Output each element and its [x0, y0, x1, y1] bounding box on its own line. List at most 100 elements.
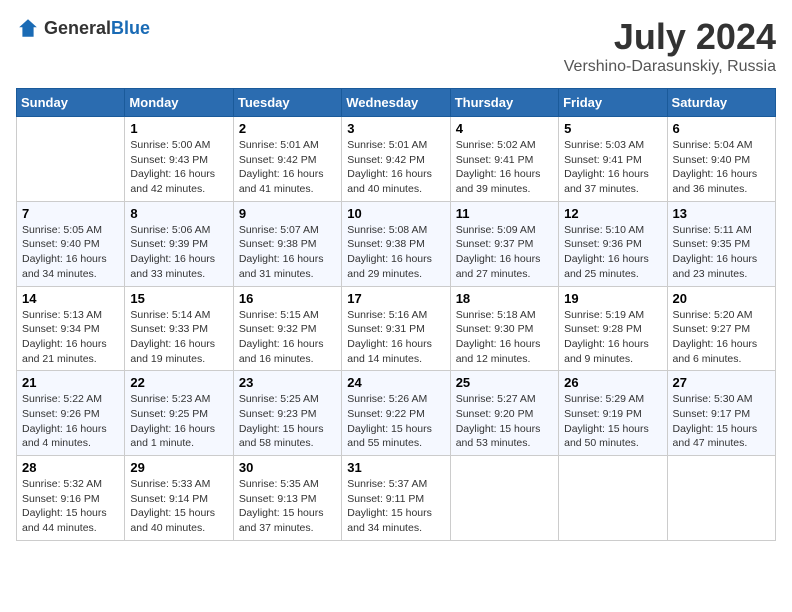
title-block: July 2024 Vershino-Darasunskiy, Russia	[564, 16, 776, 76]
day-info: Sunrise: 5:10 AM Sunset: 9:36 PM Dayligh…	[564, 223, 661, 282]
calendar-cell	[450, 456, 558, 541]
day-number: 30	[239, 460, 336, 475]
calendar-cell: 5 Sunrise: 5:03 AM Sunset: 9:41 PM Daylig…	[559, 117, 667, 202]
calendar-cell: 17Sunrise: 5:16 AM Sunset: 9:31 PM Dayli…	[342, 286, 450, 371]
calendar-cell: 16 Sunrise: 5:15 AM Sunset: 9:32 PM Dayli…	[233, 286, 341, 371]
day-info: Sunrise: 5:03 AM Sunset: 9:41 PM Dayligh…	[564, 138, 661, 197]
calendar-cell: 9 Sunrise: 5:07 AM Sunset: 9:38 PM Daylig…	[233, 201, 341, 286]
day-number: 29	[130, 460, 227, 475]
day-info: Sunrise: 5:29 AM Sunset: 9:19 PM Dayligh…	[564, 392, 661, 451]
day-info: Sunrise: 5:06 AM Sunset: 9:39 PM Dayligh…	[130, 223, 227, 282]
day-number: 3	[347, 121, 444, 136]
calendar-cell: 28Sunrise: 5:32 AM Sunset: 9:16 PM Dayli…	[17, 456, 125, 541]
calendar-cell: 19 Sunrise: 5:19 AM Sunset: 9:28 PM Dayli…	[559, 286, 667, 371]
day-number: 13	[673, 206, 770, 221]
day-info: Sunrise: 5:14 AM Sunset: 9:33 PM Dayligh…	[130, 308, 227, 367]
day-number: 8	[130, 206, 227, 221]
day-number: 22	[130, 375, 227, 390]
day-info: Sunrise: 5:32 AM Sunset: 9:16 PM Dayligh…	[22, 477, 119, 536]
day-info: Sunrise: 5:08 AM Sunset: 9:38 PM Dayligh…	[347, 223, 444, 282]
day-info: Sunrise: 5:20 AM Sunset: 9:27 PM Dayligh…	[673, 308, 770, 367]
calendar-cell: 21 Sunrise: 5:22 AM Sunset: 9:26 PM Dayli…	[17, 371, 125, 456]
calendar-cell: 23 Sunrise: 5:25 AM Sunset: 9:23 PM Dayli…	[233, 371, 341, 456]
weekday-header: Thursday	[450, 89, 558, 117]
day-info: Sunrise: 5:25 AM Sunset: 9:23 PM Dayligh…	[239, 392, 336, 451]
day-info: Sunrise: 5:18 AM Sunset: 9:30 PM Dayligh…	[456, 308, 553, 367]
calendar-cell: 20 Sunrise: 5:20 AM Sunset: 9:27 PM Dayli…	[667, 286, 775, 371]
calendar-week-row: 1 Sunrise: 5:00 AM Sunset: 9:43 PM Daylig…	[17, 117, 776, 202]
day-number: 14	[22, 291, 119, 306]
day-info: Sunrise: 5:09 AM Sunset: 9:37 PM Dayligh…	[456, 223, 553, 282]
day-info: Sunrise: 5:19 AM Sunset: 9:28 PM Dayligh…	[564, 308, 661, 367]
day-info: Sunrise: 5:11 AM Sunset: 9:35 PM Dayligh…	[673, 223, 770, 282]
day-number: 19	[564, 291, 661, 306]
day-number: 15	[130, 291, 227, 306]
day-number: 9	[239, 206, 336, 221]
day-number: 21	[22, 375, 119, 390]
calendar-week-row: 21 Sunrise: 5:22 AM Sunset: 9:26 PM Dayli…	[17, 371, 776, 456]
day-number: 10	[347, 206, 444, 221]
calendar-cell: 2Sunrise: 5:01 AM Sunset: 9:42 PM Daylig…	[233, 117, 341, 202]
calendar-cell: 8 Sunrise: 5:06 AM Sunset: 9:39 PM Daylig…	[125, 201, 233, 286]
month-year: July 2024	[564, 16, 776, 58]
day-info: Sunrise: 5:26 AM Sunset: 9:22 PM Dayligh…	[347, 392, 444, 451]
day-info: Sunrise: 5:15 AM Sunset: 9:32 PM Dayligh…	[239, 308, 336, 367]
day-number: 12	[564, 206, 661, 221]
calendar-cell: 25 Sunrise: 5:27 AM Sunset: 9:20 PM Dayli…	[450, 371, 558, 456]
weekday-header: Tuesday	[233, 89, 341, 117]
calendar-cell: 6Sunrise: 5:04 AM Sunset: 9:40 PM Daylig…	[667, 117, 775, 202]
logo-general: General	[44, 18, 111, 38]
calendar-cell: 10 Sunrise: 5:08 AM Sunset: 9:38 PM Dayli…	[342, 201, 450, 286]
calendar-cell: 7Sunrise: 5:05 AM Sunset: 9:40 PM Daylig…	[17, 201, 125, 286]
day-number: 6	[673, 121, 770, 136]
weekday-header: Monday	[125, 89, 233, 117]
calendar-cell: 4 Sunrise: 5:02 AM Sunset: 9:41 PM Daylig…	[450, 117, 558, 202]
calendar-week-row: 7Sunrise: 5:05 AM Sunset: 9:40 PM Daylig…	[17, 201, 776, 286]
weekday-header: Friday	[559, 89, 667, 117]
day-info: Sunrise: 5:00 AM Sunset: 9:43 PM Dayligh…	[130, 138, 227, 197]
calendar-cell: 29 Sunrise: 5:33 AM Sunset: 9:14 PM Dayli…	[125, 456, 233, 541]
calendar-table: SundayMondayTuesdayWednesdayThursdayFrid…	[16, 88, 776, 541]
day-number: 5	[564, 121, 661, 136]
day-number: 1	[130, 121, 227, 136]
day-info: Sunrise: 5:02 AM Sunset: 9:41 PM Dayligh…	[456, 138, 553, 197]
calendar-cell: 3 Sunrise: 5:01 AM Sunset: 9:42 PM Daylig…	[342, 117, 450, 202]
day-info: Sunrise: 5:13 AM Sunset: 9:34 PM Dayligh…	[22, 308, 119, 367]
day-number: 11	[456, 206, 553, 221]
day-number: 20	[673, 291, 770, 306]
day-number: 31	[347, 460, 444, 475]
weekday-header: Sunday	[17, 89, 125, 117]
day-info: Sunrise: 5:27 AM Sunset: 9:20 PM Dayligh…	[456, 392, 553, 451]
day-info: Sunrise: 5:35 AM Sunset: 9:13 PM Dayligh…	[239, 477, 336, 536]
day-number: 24	[347, 375, 444, 390]
day-number: 16	[239, 291, 336, 306]
calendar-cell: 30 Sunrise: 5:35 AM Sunset: 9:13 PM Dayli…	[233, 456, 341, 541]
calendar-cell: 26 Sunrise: 5:29 AM Sunset: 9:19 PM Dayli…	[559, 371, 667, 456]
day-info: Sunrise: 5:37 AM Sunset: 9:11 PM Dayligh…	[347, 477, 444, 536]
weekday-header: Wednesday	[342, 89, 450, 117]
day-number: 26	[564, 375, 661, 390]
calendar-cell: 31 Sunrise: 5:37 AM Sunset: 9:11 PM Dayli…	[342, 456, 450, 541]
calendar-cell	[559, 456, 667, 541]
page-header: GeneralBlue July 2024 Vershino-Darasunsk…	[16, 16, 776, 76]
day-number: 25	[456, 375, 553, 390]
calendar-cell: 22 Sunrise: 5:23 AM Sunset: 9:25 PM Dayli…	[125, 371, 233, 456]
day-info: Sunrise: 5:07 AM Sunset: 9:38 PM Dayligh…	[239, 223, 336, 282]
day-info: Sunrise: 5:33 AM Sunset: 9:14 PM Dayligh…	[130, 477, 227, 536]
calendar-cell: 18Sunrise: 5:18 AM Sunset: 9:30 PM Dayli…	[450, 286, 558, 371]
calendar-cell: 13 Sunrise: 5:11 AM Sunset: 9:35 PM Dayli…	[667, 201, 775, 286]
calendar-cell: 24 Sunrise: 5:26 AM Sunset: 9:22 PM Dayli…	[342, 371, 450, 456]
calendar-cell: 12 Sunrise: 5:10 AM Sunset: 9:36 PM Dayli…	[559, 201, 667, 286]
day-info: Sunrise: 5:01 AM Sunset: 9:42 PM Dayligh…	[347, 138, 444, 197]
calendar-week-row: 28Sunrise: 5:32 AM Sunset: 9:16 PM Dayli…	[17, 456, 776, 541]
weekday-header-row: SundayMondayTuesdayWednesdayThursdayFrid…	[17, 89, 776, 117]
calendar-week-row: 14 Sunrise: 5:13 AM Sunset: 9:34 PM Dayli…	[17, 286, 776, 371]
day-info: Sunrise: 5:16 AM Sunset: 9:31 PM Dayligh…	[347, 308, 444, 367]
day-number: 4	[456, 121, 553, 136]
calendar-cell: 14 Sunrise: 5:13 AM Sunset: 9:34 PM Dayli…	[17, 286, 125, 371]
day-number: 23	[239, 375, 336, 390]
day-info: Sunrise: 5:23 AM Sunset: 9:25 PM Dayligh…	[130, 392, 227, 451]
calendar-cell	[17, 117, 125, 202]
day-info: Sunrise: 5:22 AM Sunset: 9:26 PM Dayligh…	[22, 392, 119, 451]
logo: GeneralBlue	[16, 16, 150, 40]
